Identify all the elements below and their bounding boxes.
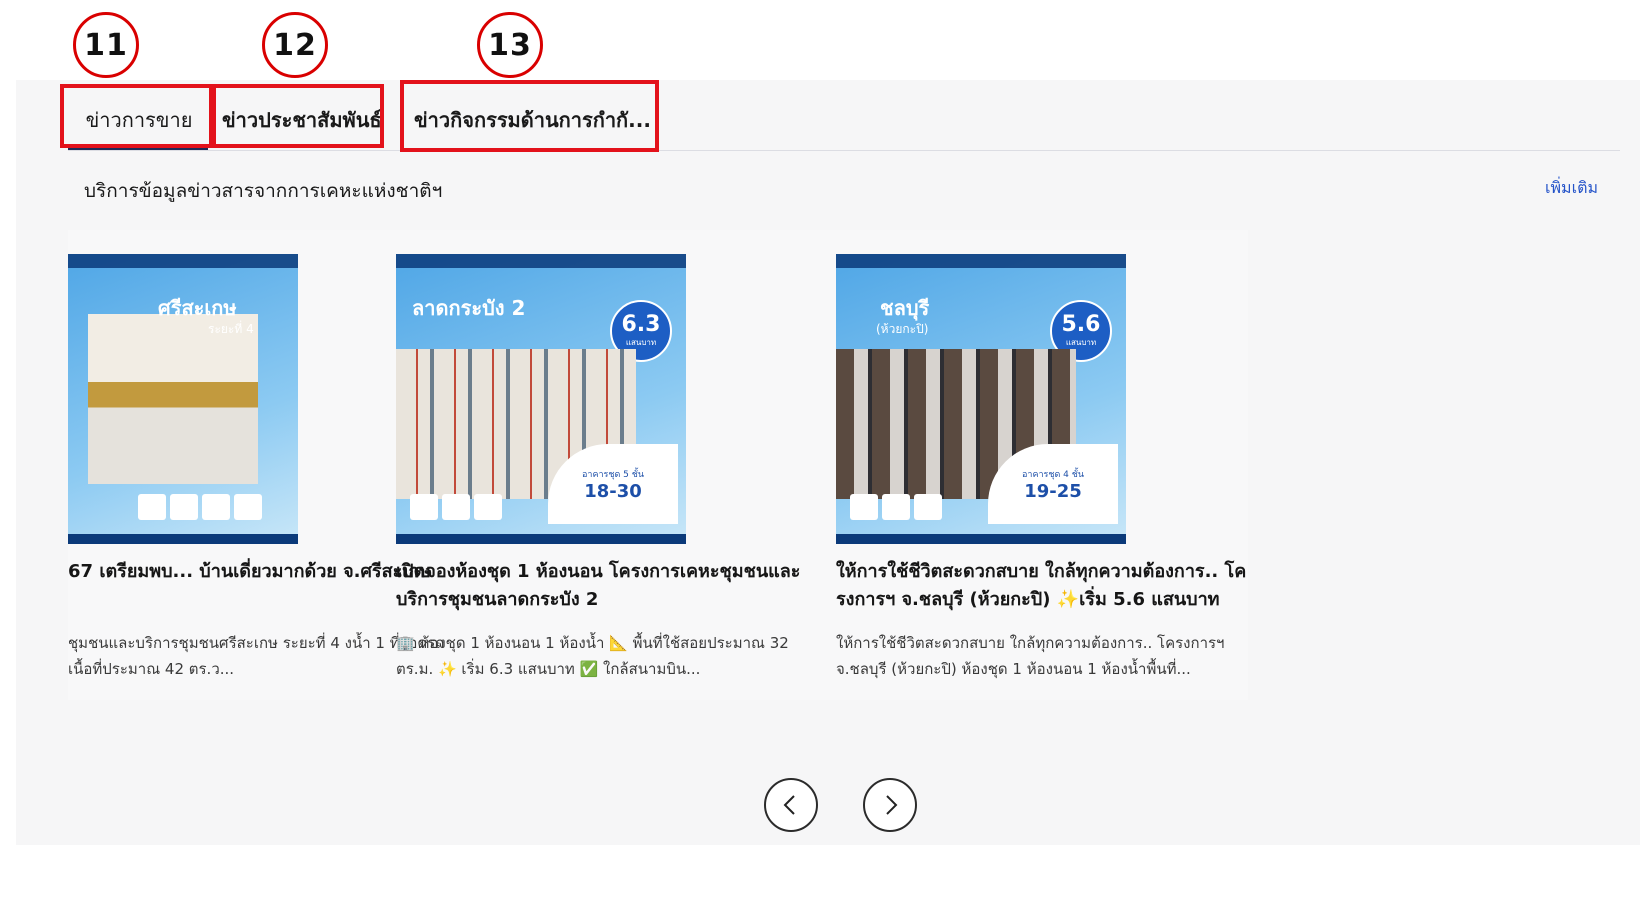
poster-project-name: ลาดกระบัง 2 [412, 296, 526, 320]
feature-icon [410, 494, 438, 520]
feature-icon [202, 494, 230, 520]
annotation-circle-13: 13 [477, 12, 543, 78]
news-card-image[interactable]: ศรีสะเกษ ระยะที่ 4 [68, 254, 298, 544]
poster-project-sub: ระยะที่ 4 [208, 322, 254, 336]
section-description: บริการข้อมูลข่าวสารจากการเคหะแห่งชาติฯ [84, 180, 443, 202]
news-card-excerpt: ให้การใช้ชีวิตสะดวกสบาย ใกล้ทุกความต้องก… [836, 634, 1225, 678]
chevron-left-icon [783, 795, 795, 815]
news-card-image[interactable]: ลาดกระบัง 2 6.3 แสนบาท อาคารชุด 5 ชั้น 1… [396, 254, 686, 544]
news-card[interactable]: ชลบุรี (ห้วยกะปิ) 5.6 แสนบาท อาคารชุด 4 … [836, 230, 1246, 700]
news-card-excerpt: 🏢 ห้องชุด 1 ห้องนอน 1 ห้องน้ำ 📐 พื้นที่ใ… [396, 634, 789, 678]
news-carousel: ศรีสะเกษ ระยะที่ 4 67 เตรียมพบ... บ้านเด… [68, 230, 1248, 700]
chevron-right-icon [886, 795, 898, 815]
feature-icon [474, 494, 502, 520]
annotation-circle-12: 12 [262, 12, 328, 78]
annotation-circle-11: 11 [73, 12, 139, 78]
news-card[interactable]: ศรีสะเกษ ระยะที่ 4 67 เตรียมพบ... บ้านเด… [68, 230, 444, 700]
feature-icon [882, 494, 910, 520]
feature-icon [442, 494, 470, 520]
poster-project-sub: (ห้วยกะปิ) [876, 322, 929, 336]
annotation-box-13 [400, 80, 659, 152]
more-link[interactable]: เพิ่มเติม [1545, 176, 1598, 201]
carousel-next-button[interactable] [863, 778, 917, 832]
news-card[interactable]: ลาดกระบัง 2 6.3 แสนบาท อาคารชุด 5 ชั้น 1… [396, 230, 800, 700]
feature-icon [170, 494, 198, 520]
tabs-divider [68, 150, 1620, 151]
news-card-title[interactable]: ให้การใช้ชีวิตสะดวกสบาย ใกล้ทุกความต้องก… [836, 558, 1248, 614]
feature-icon [850, 494, 878, 520]
feature-icon [234, 494, 262, 520]
feature-icon [138, 494, 166, 520]
house-illustration [88, 314, 258, 484]
annotation-box-11 [60, 84, 213, 148]
news-card-image[interactable]: ชลบุรี (ห้วยกะปิ) 5.6 แสนบาท อาคารชุด 4 … [836, 254, 1126, 544]
carousel-prev-button[interactable] [764, 778, 818, 832]
news-card-title[interactable]: เปิดจองห้องชุด 1 ห้องนอน โครงการเคหะชุมช… [396, 558, 816, 614]
feature-icon [914, 494, 942, 520]
annotation-box-12 [212, 84, 384, 148]
